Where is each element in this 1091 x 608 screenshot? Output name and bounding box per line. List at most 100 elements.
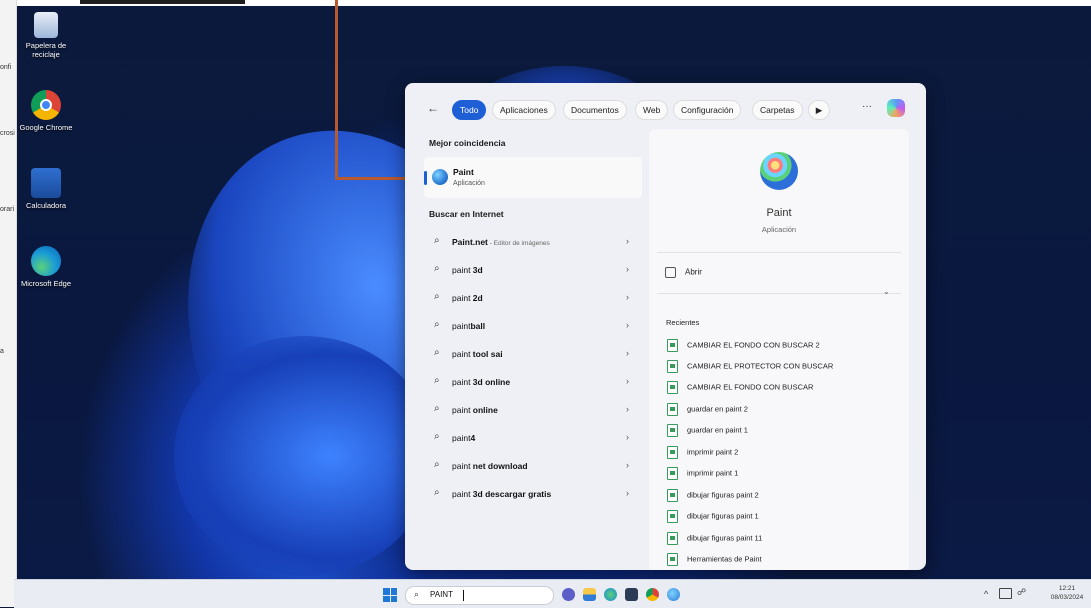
annotation-line bbox=[335, 0, 338, 180]
image-file-icon bbox=[667, 446, 678, 459]
selection-indicator bbox=[424, 171, 427, 185]
chevron-right-icon: › bbox=[626, 488, 629, 498]
teams-icon[interactable] bbox=[562, 588, 575, 601]
calculator-icon bbox=[31, 168, 61, 198]
image-file-icon bbox=[667, 489, 678, 502]
clock-time: 12:21 bbox=[1058, 585, 1076, 592]
windows-start-icon[interactable] bbox=[383, 588, 397, 602]
desktop-icon-chrome[interactable]: Google Chrome bbox=[14, 90, 78, 132]
chevron-right-icon: › bbox=[626, 376, 629, 386]
search-icon: ⌕ bbox=[414, 589, 420, 599]
web-result-row[interactable]: ⌕ paint 3d › bbox=[426, 257, 642, 283]
tab-configuracion[interactable]: Configuración bbox=[673, 100, 742, 120]
search-icon: ⌕ bbox=[434, 291, 440, 302]
strip-text: orari bbox=[0, 206, 15, 213]
tab-todo[interactable]: Todo bbox=[452, 100, 487, 120]
recent-file[interactable]: dibujar figuras paint 1 bbox=[667, 510, 759, 526]
web-result-row[interactable]: ⌕ paint4 › bbox=[426, 425, 642, 451]
copilot-icon[interactable] bbox=[887, 99, 905, 117]
web-result-row[interactable]: ⌕ paint online › bbox=[426, 397, 642, 423]
strip-text: a bbox=[0, 348, 4, 355]
edge-icon[interactable] bbox=[604, 588, 617, 601]
image-file-icon bbox=[667, 532, 678, 545]
web-result-row[interactable]: ⌕ paint 3d descargar gratis › bbox=[426, 481, 642, 507]
display-icon[interactable] bbox=[999, 588, 1012, 599]
chevron-right-icon: › bbox=[626, 320, 629, 330]
recent-file[interactable]: dibujar figuras paint 2 bbox=[667, 489, 759, 505]
chrome-icon bbox=[31, 90, 61, 120]
web-result-row[interactable]: ⌕ paintball › bbox=[426, 313, 642, 339]
search-icon: ⌕ bbox=[434, 459, 440, 470]
recent-heading: Recientes bbox=[666, 318, 700, 327]
internet-heading: Buscar en Internet bbox=[429, 209, 504, 219]
search-icon: ⌕ bbox=[434, 235, 440, 246]
web-result-row[interactable]: ⌕ paint tool sai › bbox=[426, 341, 642, 367]
web-result-text: Paint.net - Editor de imágenes bbox=[452, 237, 550, 247]
recent-file[interactable]: CAMBIAR EL PROTECTOR CON BUSCAR bbox=[667, 360, 833, 376]
chevron-right-icon: › bbox=[626, 236, 629, 246]
web-result-text: paint tool sai bbox=[452, 349, 503, 359]
recent-file[interactable]: Herramientas de Paint bbox=[667, 553, 762, 569]
play-more-tabs-icon[interactable]: ▶ bbox=[808, 100, 830, 120]
file-explorer-icon[interactable] bbox=[583, 588, 596, 601]
image-file-icon bbox=[667, 403, 678, 416]
tab-aplicaciones[interactable]: Aplicaciones bbox=[492, 100, 556, 120]
best-match-type: Aplicación bbox=[453, 180, 485, 187]
recent-file[interactable]: dibujar figuras paint 11 bbox=[667, 532, 762, 548]
more-options-button[interactable]: ··· bbox=[862, 101, 872, 112]
search-value: PAINT bbox=[430, 590, 453, 599]
web-result-text: paintball bbox=[452, 321, 486, 331]
desktop-icon-label: Calculadora bbox=[25, 201, 67, 210]
web-result-row[interactable]: ⌕ Paint.net - Editor de imágenes › bbox=[426, 229, 642, 255]
search-icon: ⌕ bbox=[434, 319, 440, 330]
recent-file[interactable]: guardar en paint 1 bbox=[667, 424, 748, 440]
recent-file[interactable]: CAMBIAR EL FONDO CON BUSCAR 2 bbox=[667, 339, 820, 355]
search-icon: ⌕ bbox=[434, 487, 440, 498]
best-match-name: Paint bbox=[453, 167, 474, 177]
recent-file[interactable]: guardar en paint 2 bbox=[667, 403, 748, 419]
chrome-icon[interactable] bbox=[646, 588, 659, 601]
detail-pane: Paint Aplicación Abrir ⌄ Recientes CAMBI… bbox=[649, 129, 909, 570]
search-icon: ⌕ bbox=[434, 263, 440, 274]
paint-icon[interactable] bbox=[667, 588, 680, 601]
recent-file[interactable]: CAMBIAR EL FONDO CON BUSCAR bbox=[667, 381, 813, 397]
desktop-icon-edge[interactable]: Microsoft Edge bbox=[14, 246, 78, 288]
chevron-right-icon: › bbox=[626, 432, 629, 442]
desktop-icon-calculator[interactable]: Calculadora bbox=[14, 168, 78, 210]
tab-web[interactable]: Web bbox=[635, 100, 669, 120]
taskbar-search-input[interactable]: ⌕ PAINT bbox=[405, 586, 554, 605]
recent-file[interactable]: imprimir paint 1 bbox=[667, 467, 738, 483]
recent-file[interactable]: imprimir paint 2 bbox=[667, 446, 738, 462]
chevron-right-icon: › bbox=[626, 348, 629, 358]
web-result-row[interactable]: ⌕ paint 3d online › bbox=[426, 369, 642, 395]
chevron-down-icon[interactable]: ⌄ bbox=[883, 287, 890, 296]
taskbar: ⌕ PAINT ^ ☍ 12:21 08/03/2024 bbox=[14, 579, 1091, 608]
clock-date: 08/03/2024 bbox=[1050, 594, 1084, 601]
image-file-icon bbox=[667, 553, 678, 566]
desktop-icon-recycle-bin[interactable]: Papelera de reciclaje bbox=[14, 12, 78, 59]
chevron-right-icon: › bbox=[626, 460, 629, 470]
web-result-text: paint 3d descargar gratis bbox=[452, 489, 552, 499]
tab-carpetas[interactable]: Carpetas bbox=[752, 100, 803, 120]
web-result-text: paint 2d bbox=[452, 293, 483, 303]
search-filter-tabs: ← Todo Aplicaciones Documentos Web Confi… bbox=[405, 83, 926, 129]
best-match-paint[interactable]: Paint Aplicación bbox=[424, 157, 642, 198]
system-clock[interactable]: 12:21 08/03/2024 bbox=[1044, 584, 1090, 602]
detail-subtitle: Aplicación bbox=[761, 225, 797, 234]
store-icon[interactable] bbox=[625, 588, 638, 601]
open-external-icon bbox=[665, 267, 676, 278]
tab-documentos[interactable]: Documentos bbox=[563, 100, 627, 120]
background-titlebar bbox=[80, 0, 245, 4]
image-file-icon bbox=[667, 510, 678, 523]
chevron-right-icon: › bbox=[626, 404, 629, 414]
open-action[interactable]: Abrir bbox=[665, 267, 702, 278]
divider bbox=[657, 252, 901, 253]
network-icon[interactable]: ☍ bbox=[1017, 587, 1026, 598]
tray-chevron-icon[interactable]: ^ bbox=[984, 589, 988, 599]
web-result-row[interactable]: ⌕ paint 2d › bbox=[426, 285, 642, 311]
web-result-row[interactable]: ⌕ paint net download › bbox=[426, 453, 642, 479]
image-file-icon bbox=[667, 360, 678, 373]
back-arrow-icon[interactable]: ← bbox=[427, 101, 439, 115]
image-file-icon bbox=[667, 339, 678, 352]
recycle-bin-icon bbox=[34, 12, 58, 38]
